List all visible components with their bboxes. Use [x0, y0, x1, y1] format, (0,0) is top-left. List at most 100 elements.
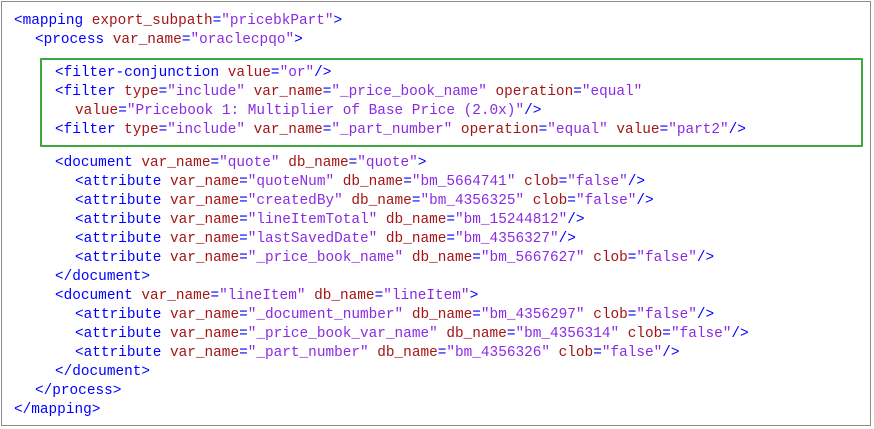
xml-token-val: "bm_4356326" [446, 345, 551, 361]
xml-token-tag: <attribute [75, 212, 162, 228]
xml-token-tag: > [417, 155, 427, 171]
xml-token-val: "bm_4356327" [455, 231, 559, 247]
xml-token-tag: /> [696, 307, 715, 323]
xml-token-attr: db_name [403, 307, 473, 323]
xml-token-val: "_document_number" [247, 307, 404, 323]
xml-token-tag: <document [55, 155, 133, 171]
xml-token-attr: clob [619, 326, 663, 342]
xml-token-tag: = [472, 250, 481, 266]
code-line-attribute-quotenum: <attribute var_name="quoteNum" db_name="… [75, 173, 645, 192]
code-line-mapping-close: </mapping> [14, 401, 100, 420]
xml-token-val: "false" [670, 326, 732, 342]
xml-token-attr: db_name [279, 155, 349, 171]
xml-token-tag: = [593, 345, 602, 361]
xml-token-tag: <attribute [75, 345, 162, 361]
code-line-process-close: </process> [35, 382, 121, 401]
xml-token-tag: <attribute [75, 231, 162, 247]
xml-token-attr: db_name [437, 326, 507, 342]
xml-token-tag: <attribute [75, 250, 162, 266]
xml-token-attr: var_name [161, 307, 240, 323]
xml-token-attr: var_name [104, 32, 182, 48]
code-line-attribute-price-book-var-name: <attribute var_name="_price_book_var_nam… [75, 325, 749, 344]
xml-token-tag: = [239, 231, 248, 247]
xml-token-attr: var_name [161, 231, 240, 247]
xml-token-val: "false" [575, 193, 637, 209]
xml-token-val: "_price_book_var_name" [247, 326, 438, 342]
xml-token-attr: clob [584, 250, 628, 266]
xml-token-val: "quote" [219, 155, 280, 171]
xml-token-attr: db_name [334, 174, 404, 190]
xml-token-tag: <attribute [75, 174, 162, 190]
xml-token-tag: <document [55, 288, 133, 304]
xml-token-val: "lineItemTotal" [247, 212, 378, 228]
xml-token-attr: export_subpath [83, 13, 213, 29]
xml-token-tag: <mapping [14, 13, 84, 29]
xml-token-val: "lastSavedDate" [247, 231, 378, 247]
xml-token-tag: <attribute [75, 193, 162, 209]
xml-token-val: "pricebkPart" [221, 13, 334, 29]
xml-token-tag: /> [696, 250, 715, 266]
xml-token-tag: </mapping> [14, 402, 101, 418]
xml-token-tag: = [348, 155, 358, 171]
code-line-attribute-createdby: <attribute var_name="createdBy" db_name=… [75, 192, 654, 211]
code-frame: <mapping export_subpath="pricebkPart"> <… [1, 1, 871, 426]
xml-token-tag: </document> [55, 269, 150, 285]
xml-token-val: "_price_book_name" [247, 250, 404, 266]
filter-highlight-box [40, 58, 863, 147]
xml-token-tag: </document> [55, 364, 150, 380]
xml-token-tag: /> [558, 231, 576, 247]
code-line-document-lineitem-close: </document> [55, 363, 150, 382]
xml-token-attr: db_name [377, 231, 447, 247]
xml-token-tag: /> [731, 326, 749, 342]
xml-token-tag: = [210, 288, 220, 304]
xml-token-attr: db_name [305, 288, 375, 304]
xml-token-tag: = [662, 326, 671, 342]
xml-token-tag: = [239, 250, 248, 266]
xml-token-tag: = [558, 174, 568, 190]
xml-token-tag: = [472, 307, 481, 323]
xml-token-val: "createdBy" [247, 193, 343, 209]
xml-token-tag: = [446, 231, 456, 247]
code-line-attribute-document-number: <attribute var_name = "_document_number" d… [75, 306, 714, 325]
xml-token-tag: /> [567, 212, 585, 228]
xml-token-val: "bm_4356325" [420, 193, 525, 209]
xml-token-val: "bm_5667627" [480, 250, 585, 266]
xml-token-val: "bm_5664741" [411, 174, 516, 190]
code-line-attribute-price-book-name: <attribute var_name="_price_book_name" d… [75, 249, 714, 268]
xml-token-val: "bm_4356297" [480, 307, 585, 323]
xml-token-tag: > [469, 288, 479, 304]
xml-token-attr: var_name [132, 155, 211, 171]
xml-token-attr: var_name [161, 174, 240, 190]
xml-token-tag: <process [35, 32, 105, 48]
xml-token-tag: </process> [35, 383, 122, 399]
xml-token-val: "false" [636, 250, 697, 266]
xml-token-attr: var_name [161, 212, 240, 228]
xml-token-tag: = [239, 212, 248, 228]
xml-token-val: "false" [636, 307, 697, 323]
xml-token-attr: clob [524, 193, 568, 209]
code-line-document-quote-close: </document> [55, 268, 150, 287]
xml-token-attr: var_name [132, 288, 211, 304]
xml-token-val: "quoteNum" [247, 174, 335, 190]
xml-token-tag: /> [662, 345, 680, 361]
xml-token-tag: = [239, 193, 248, 209]
xml-token-attr: clob [515, 174, 559, 190]
xml-token-val: "false" [567, 174, 628, 190]
xml-token-tag: = [239, 345, 248, 361]
code-line-document-lineitem-open: <document var_name="lineItem" db_name="l… [55, 287, 478, 306]
code-line-attribute-lastsaveddate: <attribute var_name="lastSavedDate" db_n… [75, 230, 576, 249]
xml-token-tag: = [239, 326, 248, 342]
xml-token-tag: = [567, 193, 576, 209]
code-line-mapping-open: <mapping export_subpath="pricebkPart"> [14, 12, 342, 31]
xml-token-val: "lineItem" [219, 288, 306, 304]
xml-token-tag: = [212, 13, 222, 29]
xml-token-val: "_part_number" [247, 345, 369, 361]
xml-token-tag: /> [627, 174, 646, 190]
xml-token-tag: <attribute [75, 307, 162, 323]
xml-token-tag: <attribute [75, 326, 162, 342]
xml-token-val: "false" [601, 345, 663, 361]
xml-token-tag: = [210, 155, 220, 171]
xml-token-tag: > [294, 32, 303, 48]
xml-token-val: "bm_15244812" [455, 212, 568, 228]
xml-token-tag: = [446, 212, 456, 228]
